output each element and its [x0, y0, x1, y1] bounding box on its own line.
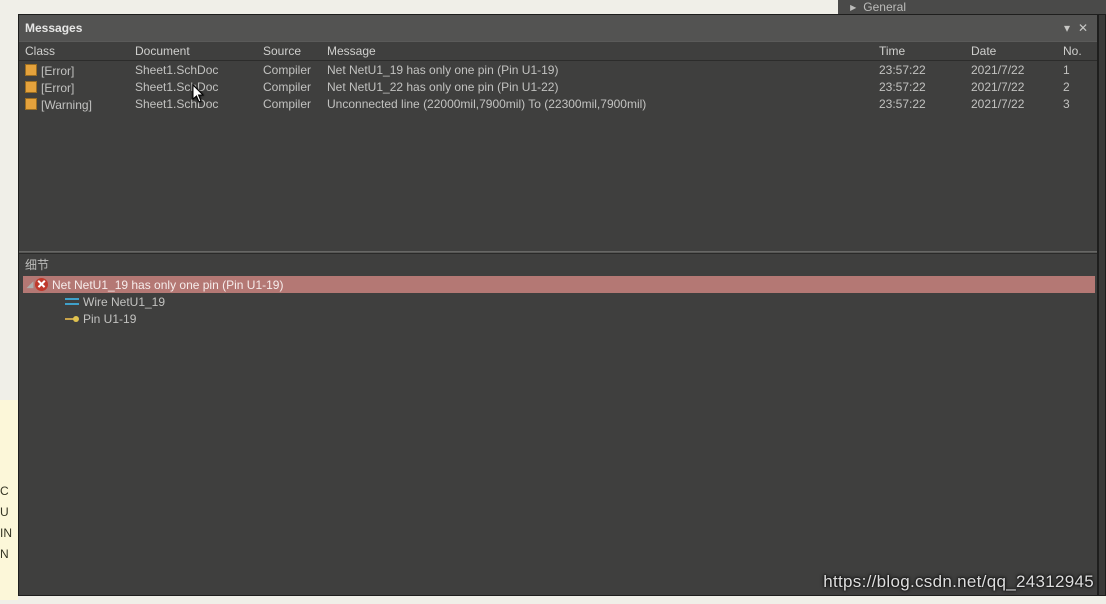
status-square-icon	[25, 98, 37, 110]
caret-down-icon[interactable]: ◢	[25, 279, 35, 290]
messages-rows: [Error] Sheet1.SchDocCompilerNet NetU1_19…	[19, 61, 1097, 251]
cell-document: Sheet1.SchDoc	[129, 61, 257, 78]
cell-class: [Error]	[41, 64, 74, 78]
details-root[interactable]: ◢ Net NetU1_19 has only one pin (Pin U1-…	[23, 276, 1095, 293]
table-row[interactable]: [Error] Sheet1.SchDocCompilerNet NetU1_19…	[19, 61, 1097, 78]
top-tab-general[interactable]: ▶ General	[838, 0, 1106, 14]
col-date[interactable]: Date	[965, 42, 1057, 60]
details-tree: ◢ Net NetU1_19 has only one pin (Pin U1-…	[19, 275, 1097, 595]
cell-message: Net NetU1_22 has only one pin (Pin U1-22…	[321, 78, 873, 95]
table-row[interactable]: [Warning] Sheet1.SchDocCompilerUnconnecte…	[19, 95, 1097, 112]
cell-document: Sheet1.SchDoc	[129, 95, 257, 112]
panel-title: Messages	[25, 21, 1059, 35]
cell-time: 23:57:22	[873, 61, 965, 78]
wire-icon	[65, 298, 79, 305]
table-row[interactable]: [Error] Sheet1.SchDocCompilerNet NetU1_22…	[19, 78, 1097, 95]
background-left-strip: C U IN N	[0, 400, 18, 600]
details-child-label: Wire NetU1_19	[83, 295, 165, 309]
cell-no: 2	[1057, 78, 1097, 95]
error-icon	[35, 278, 48, 291]
details-child-label: Pin U1-19	[83, 312, 136, 326]
top-tab-label: General	[863, 0, 906, 14]
cell-date: 2021/7/22	[965, 78, 1057, 95]
pin-icon	[65, 315, 79, 323]
chevron-right-icon: ▶	[850, 3, 856, 12]
cell-source: Compiler	[257, 78, 321, 95]
details-child[interactable]: Wire NetU1_19	[23, 293, 1097, 310]
watermark-text: https://blog.csdn.net/qq_24312945	[823, 572, 1094, 592]
details-title: 细节	[19, 254, 1097, 275]
close-icon[interactable]: ✕	[1075, 21, 1091, 35]
cell-document: Sheet1.SchDoc	[129, 78, 257, 95]
col-no[interactable]: No.	[1057, 42, 1097, 60]
panel-titlebar: Messages ▾ ✕	[19, 15, 1097, 41]
cell-no: 1	[1057, 61, 1097, 78]
cell-class: [Error]	[41, 81, 74, 95]
messages-column-headers: Class Document Source Message Time Date …	[19, 41, 1097, 61]
col-time[interactable]: Time	[873, 42, 965, 60]
cell-class: [Warning]	[41, 98, 92, 112]
cell-date: 2021/7/22	[965, 61, 1057, 78]
side-text: C U IN N	[0, 484, 12, 561]
cell-source: Compiler	[257, 95, 321, 112]
col-class[interactable]: Class	[19, 42, 129, 60]
cell-message: Unconnected line (22000mil,7900mil) To (…	[321, 95, 873, 112]
options-icon[interactable]: ▾	[1059, 21, 1075, 35]
col-message[interactable]: Message	[321, 42, 873, 60]
cell-source: Compiler	[257, 61, 321, 78]
status-square-icon	[25, 64, 37, 76]
status-square-icon	[25, 81, 37, 93]
cell-message: Net NetU1_19 has only one pin (Pin U1-19…	[321, 61, 873, 78]
cell-time: 23:57:22	[873, 78, 965, 95]
messages-panel: Messages ▾ ✕ Class Document Source Messa…	[18, 14, 1098, 596]
details-child[interactable]: Pin U1-19	[23, 310, 1097, 327]
cell-date: 2021/7/22	[965, 95, 1057, 112]
cell-no: 3	[1057, 95, 1097, 112]
col-source[interactable]: Source	[257, 42, 321, 60]
cell-time: 23:57:22	[873, 95, 965, 112]
right-dock-strip	[1098, 14, 1106, 596]
col-document[interactable]: Document	[129, 42, 257, 60]
details-root-label: Net NetU1_19 has only one pin (Pin U1-19…	[52, 278, 283, 292]
